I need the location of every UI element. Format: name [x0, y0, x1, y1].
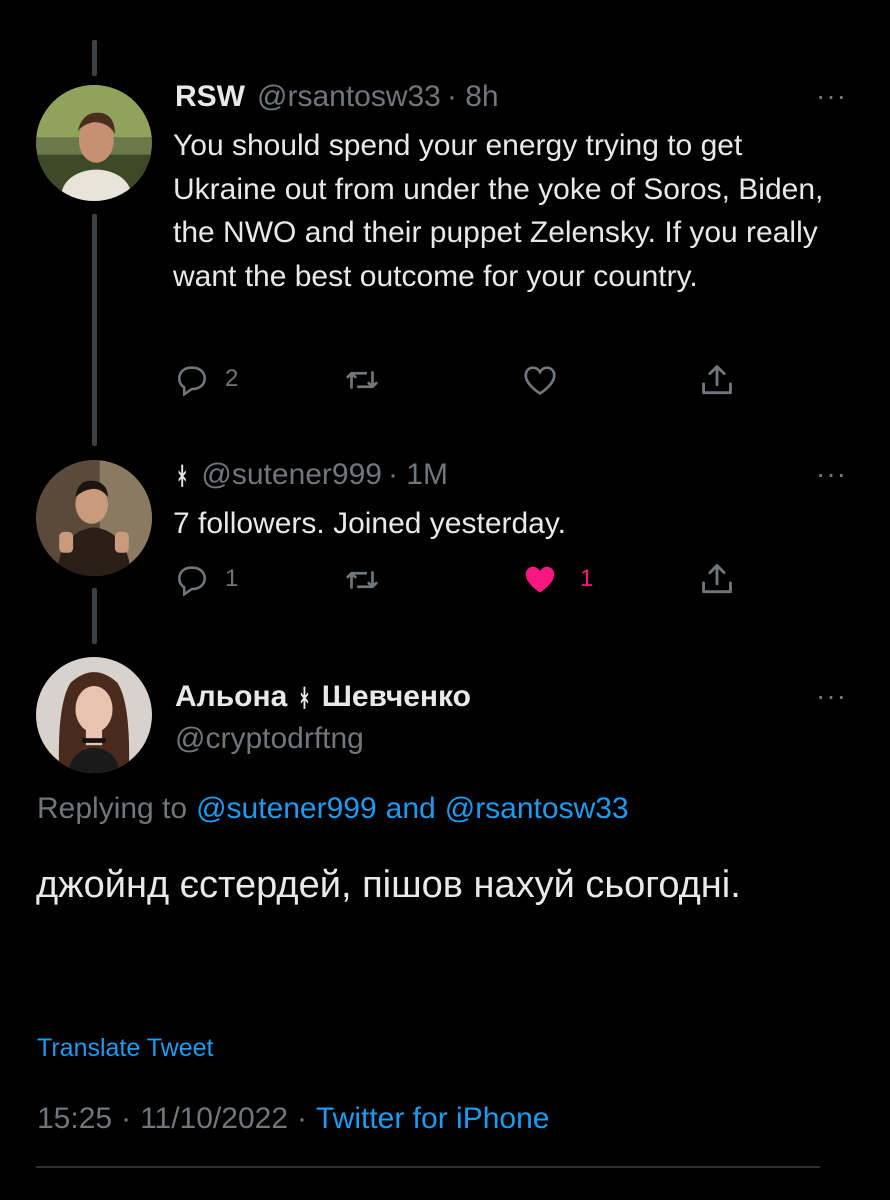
tweet2-handle[interactable]: @sutener999 [201, 458, 382, 492]
tweet2-share-button[interactable] [698, 560, 736, 598]
main-tweet-handle[interactable]: @cryptodrftng [175, 722, 364, 756]
reply-and-text[interactable]: and [386, 792, 436, 826]
main-tweet-date: 11/10/2022 [140, 1102, 288, 1135]
bottom-divider [36, 1166, 820, 1168]
main-tweet-name-part1: Альона [175, 680, 288, 713]
tweet2-time[interactable]: · 1M [388, 458, 448, 492]
retweet-icon [344, 362, 380, 398]
reply-to-rsantosw33-link[interactable]: @rsantosw33 [445, 792, 629, 826]
reply-icon [175, 362, 209, 396]
thread-line-2 [92, 588, 97, 644]
meta-separator-2: · [297, 1102, 307, 1135]
tweet2-like-button[interactable]: 1 [522, 562, 593, 596]
main-tweet-name-part2: Шевченко [321, 680, 471, 713]
tweet1-retweet-button[interactable] [344, 362, 380, 398]
tweet1-text: You should spend your energy trying to g… [173, 129, 824, 293]
share-icon [698, 560, 736, 598]
avatar-rsantosw33[interactable] [36, 85, 152, 201]
avatar-cryptodrftng[interactable] [36, 657, 152, 773]
replying-to-line: Replying to @sutener999 and @rsantosw33 [37, 792, 629, 826]
main-tweet-display-name[interactable]: Альона ᚼ Шевченко [175, 680, 471, 714]
reply-to-sutener999-link[interactable]: @sutener999 [196, 792, 377, 826]
thread-line-top [92, 40, 97, 76]
tweet2-reply-count: 1 [225, 565, 239, 592]
main-tweet-meta: 15:25 · 11/10/2022 · Twitter for iPhone [37, 1102, 549, 1136]
main-tweet-name-rune: ᚼ [297, 685, 312, 712]
thread-line-1 [92, 214, 97, 446]
meta-separator-1: · [121, 1102, 132, 1135]
main-tweet-time: 15:25 [37, 1102, 113, 1135]
tweet2-reply-button[interactable]: 1 [175, 562, 238, 596]
tweet1-reply-count: 2 [225, 365, 239, 392]
tweet2-more-button[interactable]: ··· [816, 458, 847, 490]
tweet1-header: RSW @rsantosw33 · 8h [175, 80, 499, 114]
main-tweet-more-button[interactable]: ··· [816, 680, 847, 712]
tweet1-share-button[interactable] [698, 361, 736, 399]
retweet-icon [344, 562, 380, 598]
tweet1-more-button[interactable]: ··· [816, 80, 847, 112]
tweet2-header: ᚼ @sutener999 · 1M [175, 458, 448, 492]
avatar-sutener999[interactable] [36, 460, 152, 576]
tweet2-display-name[interactable]: ᚼ [175, 463, 189, 491]
main-tweet-source[interactable]: Twitter for iPhone [316, 1102, 549, 1136]
tweet1-handle[interactable]: @rsantosw33 [257, 80, 441, 114]
tweet1-time[interactable]: · 8h [447, 80, 499, 114]
heart-outline-icon [522, 363, 558, 397]
tweet1-reply-button[interactable]: 2 [175, 362, 238, 396]
tweet2-text: 7 followers. Joined yesterday. [173, 507, 566, 540]
replying-to-prefix: Replying to [37, 792, 188, 825]
heart-filled-icon [522, 562, 558, 596]
reply-icon [175, 562, 209, 596]
share-icon [698, 361, 736, 399]
tweet2-retweet-button[interactable] [344, 562, 380, 598]
main-tweet-text: джойнд єстердей, пішов нахуй сьогодні. [36, 864, 741, 906]
tweet1-like-button[interactable] [522, 363, 558, 397]
tweet2-like-count: 1 [580, 565, 594, 592]
tweet1-display-name[interactable]: RSW [175, 80, 245, 114]
translate-tweet-link[interactable]: Translate Tweet [37, 1034, 213, 1063]
